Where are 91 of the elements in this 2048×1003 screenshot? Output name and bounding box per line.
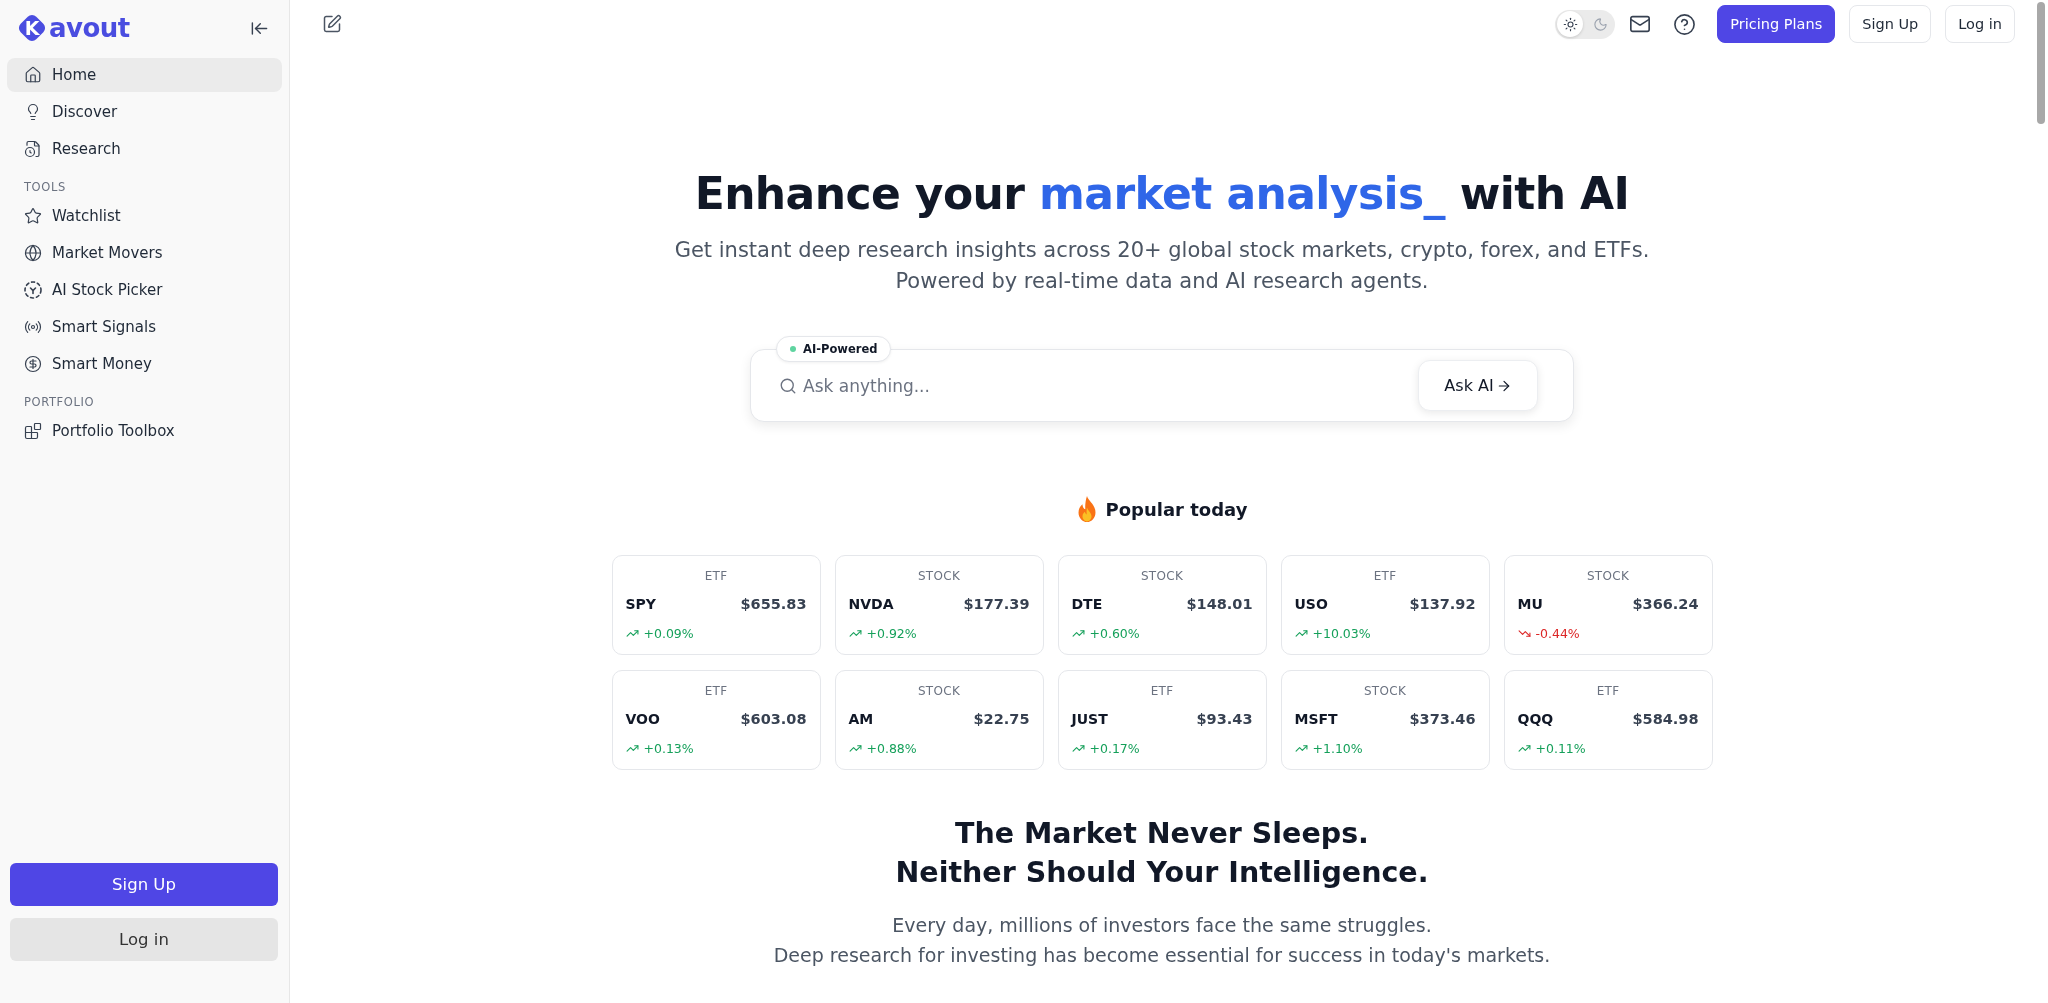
mail-icon[interactable] <box>1629 13 1652 35</box>
nav-item[interactable]: Smart Money <box>7 347 282 381</box>
asset-type-label: ETF <box>1150 683 1174 699</box>
clock-file-icon <box>24 140 42 158</box>
change-text: +0.13% <box>643 740 694 756</box>
nav-item[interactable]: Watchlist <box>7 199 282 233</box>
stock-card[interactable]: ETF VOO $603.08 +0.13% <box>611 670 821 770</box>
change-text: +0.09% <box>643 625 694 641</box>
price-text: $655.83 <box>740 596 807 612</box>
nav-item[interactable]: Research <box>7 132 282 166</box>
change-text: +0.11% <box>1535 740 1586 756</box>
nav-item[interactable]: Home <box>7 58 282 92</box>
dashed-circle-icon <box>24 281 42 299</box>
change-text: -0.44% <box>1535 625 1580 641</box>
ticker-symbol: MSFT <box>1294 711 1338 727</box>
stock-card[interactable]: ETF SPY $655.83 +0.09% <box>611 555 821 655</box>
change-text: +0.92% <box>866 625 917 641</box>
price-text: $603.08 <box>740 711 807 727</box>
ticker-symbol: AM <box>848 711 874 727</box>
sign-up-button[interactable]: Sign Up <box>10 863 278 906</box>
price-text: $137.92 <box>1409 596 1476 612</box>
ticker-symbol: QQQ <box>1517 711 1554 727</box>
change-text: +0.60% <box>1089 625 1140 641</box>
price-text: $22.75 <box>973 711 1030 727</box>
asset-type-label: STOCK <box>917 683 961 699</box>
star-icon <box>24 207 42 225</box>
sun-icon[interactable] <box>1557 11 1584 37</box>
asset-type-label: STOCK <box>1363 683 1407 699</box>
ticker-symbol: MU <box>1517 596 1543 612</box>
change-text: +0.17% <box>1089 740 1140 756</box>
scrollbar-thumb[interactable] <box>2037 2 2045 124</box>
asset-type-label: STOCK <box>917 568 961 584</box>
pencil-square-icon[interactable] <box>322 14 342 34</box>
price-text: $373.46 <box>1409 711 1476 727</box>
price-text: $93.43 <box>1196 711 1253 727</box>
section-label: TOOLS <box>24 180 66 194</box>
pricing-plans-button[interactable]: Pricing Plans <box>1717 5 1836 43</box>
help-icon[interactable] <box>1673 12 1697 36</box>
nav-item[interactable]: AI Stock Picker <box>7 273 282 307</box>
change-text: +10.03% <box>1312 625 1371 641</box>
logo-mark: K <box>16 12 48 44</box>
blocks-icon <box>24 422 42 440</box>
stock-card[interactable]: ETF QQQ $584.98 +0.11% <box>1503 670 1713 770</box>
asset-type-label: ETF <box>704 683 728 699</box>
price-text: $148.01 <box>1186 596 1253 612</box>
sign-up-button[interactable]: Sign Up <box>1849 5 1932 43</box>
ticker-symbol: VOO <box>625 711 660 727</box>
broadcast-icon <box>24 318 42 336</box>
price-text: $177.39 <box>963 596 1030 612</box>
change-text: +1.10% <box>1312 740 1363 756</box>
ticker-symbol: USO <box>1294 596 1328 612</box>
nav-item[interactable]: Smart Signals <box>7 310 282 344</box>
asset-type-label: ETF <box>704 568 728 584</box>
ticker-symbol: NVDA <box>848 596 894 612</box>
section-label: PORTFOLIO <box>24 395 95 409</box>
hero-title: Enhance your market analysis_ with AI <box>694 167 1630 222</box>
nav-item[interactable]: Market Movers <box>7 236 282 270</box>
price-text: $584.98 <box>1632 711 1699 727</box>
asset-type-label: ETF <box>1373 568 1397 584</box>
nav-item[interactable]: Discover <box>7 95 282 129</box>
house-icon <box>24 66 42 84</box>
stock-card[interactable]: STOCK DTE $148.01 +0.60% <box>1057 555 1267 655</box>
globe-icon <box>24 244 42 262</box>
log-in-button[interactable]: Log in <box>10 918 278 961</box>
stock-card[interactable]: ETF USO $137.92 +10.03% <box>1280 555 1490 655</box>
theme-toggle[interactable] <box>1555 9 1616 39</box>
ticker-symbol: SPY <box>625 596 656 612</box>
asset-type-label: ETF <box>1596 683 1620 699</box>
pitch-heading: The Market Never Sleeps. Neither Should Your Intelligence. <box>895 816 1429 891</box>
stock-card[interactable]: STOCK NVDA $177.39 +0.92% <box>834 555 1044 655</box>
status-dot-icon <box>790 346 796 352</box>
dollar-circle-icon <box>24 355 42 373</box>
ticker-symbol: JUST <box>1071 711 1108 727</box>
log-in-button[interactable]: Log in <box>1945 5 2015 43</box>
asset-type-label: STOCK <box>1140 568 1184 584</box>
pitch-text: Every day, millions of investors face the same struggles. Deep research for investing has become essential for success in today's markets. <box>773 913 1551 968</box>
price-text: $366.24 <box>1632 596 1699 612</box>
stock-card[interactable]: STOCK AM $22.75 +0.88% <box>834 670 1044 770</box>
stock-card[interactable]: STOCK MU $366.24 -0.44% <box>1503 555 1713 655</box>
change-text: +0.88% <box>866 740 917 756</box>
nav-item[interactable]: Portfolio Toolbox <box>7 414 282 448</box>
stock-card[interactable]: STOCK MSFT $373.46 +1.10% <box>1280 670 1490 770</box>
ticker-symbol: DTE <box>1071 596 1103 612</box>
logo-text: avout <box>49 12 130 44</box>
popular-title: Popular today <box>1105 498 1248 520</box>
asset-type-label: STOCK <box>1586 568 1630 584</box>
search-icon <box>779 376 797 395</box>
ask-ai-button[interactable]: Ask AI <box>1418 360 1538 411</box>
flame-icon <box>1076 496 1097 522</box>
hero-subtitle: Get instant deep research insights across 20+ global stock markets, crypto, forex, and ETFs. Powered by real-time data and AI research agents. <box>674 237 1650 295</box>
stock-card[interactable]: ETF JUST $93.43 +0.17% <box>1057 670 1267 770</box>
